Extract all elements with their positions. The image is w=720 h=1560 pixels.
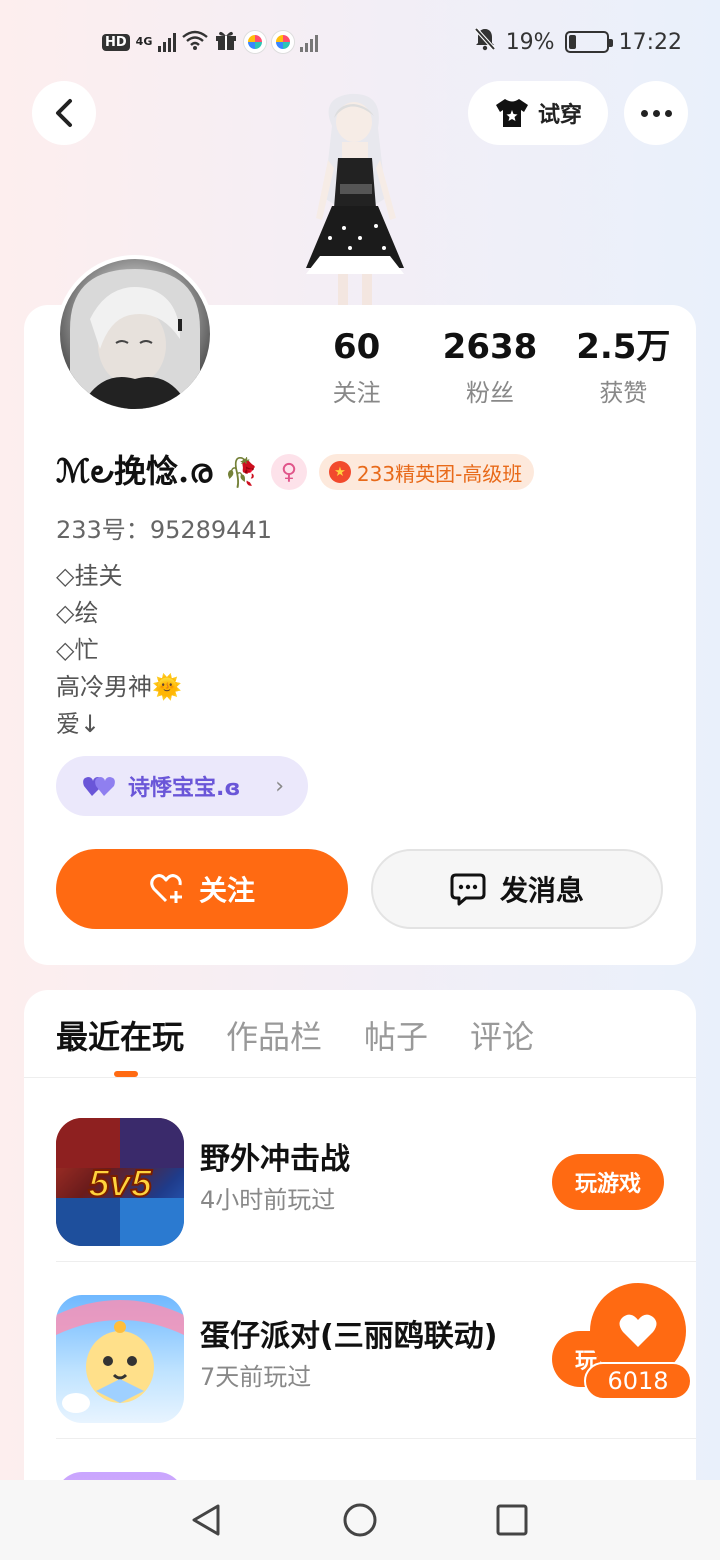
heart-plus-icon: [150, 874, 182, 903]
chat-bubble-icon: [450, 873, 486, 906]
avatar-character-figure[interactable]: [280, 88, 430, 308]
uid-value: 95289441: [149, 516, 272, 544]
username: ℳ౿挽惗.ര: [56, 452, 213, 490]
stat-label: 关注: [332, 379, 381, 407]
battery-fill: [568, 35, 576, 49]
status-left: HD 4G: [102, 28, 319, 56]
game-icon-5v5: 5v5: [56, 1118, 184, 1246]
stat-likes[interactable]: 2.5万 获赞: [557, 325, 690, 408]
stat-label: 获赞: [599, 379, 648, 407]
bio-line: ◇挂关: [56, 562, 123, 590]
wifi-icon: [182, 30, 209, 55]
app-notification-icon: [244, 31, 267, 53]
try-on-label: 试穿: [537, 103, 582, 128]
signal-icon: [158, 32, 177, 52]
message-button[interactable]: 发消息: [371, 849, 663, 929]
back-arrow-icon: [56, 99, 72, 127]
row-divider: [56, 1438, 696, 1439]
game-list-item[interactable]: 5v5 野外冲击战 4小时前玩过 玩游戏: [24, 1086, 696, 1262]
more-dot-icon: [652, 109, 660, 117]
system-nav-bar: [0, 1480, 720, 1560]
game-name: 蛋仔派对(三丽鸥联动): [200, 1319, 498, 1354]
nav-home-icon[interactable]: [342, 1502, 378, 1538]
double-heart-icon: [83, 777, 115, 796]
game-last-played: 7天前玩过: [200, 1363, 312, 1391]
stat-value: 2638: [442, 327, 538, 367]
clock: 17:22: [618, 29, 682, 55]
game-last-played: 4小时前玩过: [200, 1186, 336, 1214]
uid-label: 233号：: [56, 516, 150, 544]
game-icon-eggy-party: [56, 1295, 184, 1423]
app-notification-icon: [272, 31, 295, 53]
follow-button[interactable]: 关注: [56, 849, 348, 929]
bio-line: ◇忙: [56, 636, 99, 664]
badge-emblem-icon: ★: [328, 461, 351, 483]
relation-chip[interactable]: 诗悸宝宝.ɞ ›: [56, 756, 308, 816]
profile-tabs: 最近在玩 作品栏 帖子 评论: [56, 1012, 534, 1058]
tab-recently-played[interactable]: 最近在玩: [56, 1012, 184, 1058]
like-count: 6018: [584, 1362, 692, 1400]
nav-recents-icon[interactable]: [494, 1502, 530, 1538]
tshirt-icon: [495, 99, 528, 127]
tab-comments[interactable]: 评论: [470, 1012, 534, 1058]
stat-fans[interactable]: 2638 粉丝: [423, 325, 556, 408]
group-badge[interactable]: ★ 233精英团-高级班: [318, 454, 535, 490]
stat-following[interactable]: 60 关注: [290, 325, 423, 408]
try-on-button[interactable]: 试穿: [468, 81, 608, 145]
gender-female-icon: ♀: [270, 454, 307, 490]
hd-indicator: HD: [102, 33, 130, 51]
stat-label: 粉丝: [465, 379, 514, 407]
row-divider: [56, 1261, 696, 1262]
message-label: 发消息: [499, 874, 584, 907]
tabs-divider: [24, 1077, 696, 1078]
network-type: 4G: [135, 35, 153, 48]
battery-percent: 19%: [505, 29, 555, 55]
back-button[interactable]: [32, 81, 96, 145]
user-id[interactable]: 233号：95289441: [56, 510, 272, 545]
badge-label: 233精英团-高级班: [356, 461, 523, 486]
bio-line: 爱↓: [56, 710, 101, 738]
game-icon-text: 5v5: [88, 1163, 152, 1205]
rose-icon: 🥀: [224, 455, 259, 489]
stat-value: 60: [333, 327, 381, 367]
more-dot-icon: [640, 109, 648, 117]
bio-line: 高冷男神🌞: [56, 673, 182, 701]
signal-2-icon: [300, 32, 319, 52]
relation-chip-label: 诗悸宝宝.ɞ: [128, 776, 241, 801]
status-right: 19% 17:22: [474, 27, 682, 57]
name-line: ℳ౿挽惗.ര 🥀 ♀ ★ 233精英团-高级班: [56, 446, 535, 498]
gift-icon: [214, 29, 238, 56]
profile-avatar[interactable]: [56, 255, 214, 413]
bio-line: ◇绘: [56, 599, 99, 627]
game-name: 野外冲击战: [200, 1142, 350, 1177]
tab-works[interactable]: 作品栏: [226, 1012, 322, 1058]
more-options-button[interactable]: [624, 81, 688, 145]
follow-label: 关注: [198, 874, 255, 907]
heart-icon: [619, 1314, 657, 1347]
profile-stats: 60 关注 2638 粉丝 2.5万 获赞: [290, 325, 690, 408]
status-bar: HD 4G 19% 17:22: [0, 0, 720, 86]
mute-bell-icon: [474, 27, 496, 57]
nav-back-icon[interactable]: [188, 1502, 224, 1538]
bio: ◇挂关 ◇绘 ◇忙 高冷男神🌞 爱↓: [56, 558, 182, 743]
more-dot-icon: [664, 109, 672, 117]
tab-posts[interactable]: 帖子: [364, 1012, 428, 1058]
stat-value: 2.5万: [576, 327, 671, 367]
play-game-button[interactable]: 玩游戏: [552, 1154, 664, 1210]
chevron-right-icon: ›: [275, 773, 284, 799]
battery-icon: [564, 31, 613, 53]
